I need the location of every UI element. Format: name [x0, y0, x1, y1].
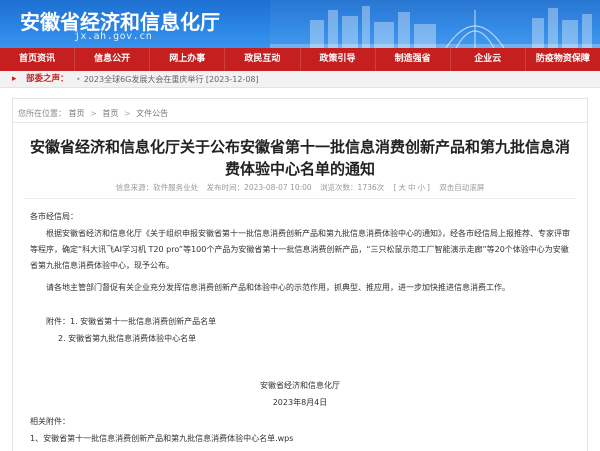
breadcrumb-separator: >: [90, 109, 97, 118]
news-ticker: ▸ 部委之声： • 2023全球6G发展大会在重庆举行 [2023-12-08]: [0, 71, 600, 88]
auto-scroll-hint[interactable]: 双击自动滚屏: [439, 183, 484, 192]
attachment-item-2: 2. 安徽省第九批信息消费体验中心名单: [58, 334, 197, 343]
site-domain: jx.ah.gov.cn: [74, 31, 153, 42]
bracket-close: ]: [426, 183, 430, 192]
salutation: 各市经信局：: [30, 212, 78, 221]
divider: [24, 198, 576, 199]
font-size-medium-button[interactable]: 中: [408, 183, 416, 192]
speaker-icon: ▸: [12, 74, 17, 84]
city-skyline-banner: [270, 0, 600, 48]
meta-views: 浏览次数：1736次: [320, 183, 385, 192]
site-header: 安徽省经济和信息化厅 jx.ah.gov.cn: [0, 0, 600, 48]
nav-item-policy[interactable]: 政策引导: [301, 48, 376, 71]
divider: [12, 122, 588, 123]
nav-item-online-services[interactable]: 网上办事: [150, 48, 226, 71]
nav-item-home-news[interactable]: 首页资讯: [0, 48, 76, 71]
article-title: 安徽省经济和信息化厅关于公布安徽省第十一批信息消费创新产品和第九批信息消费体验中…: [29, 138, 570, 178]
related-attachments-label: 相关附件：: [30, 417, 70, 426]
nav-item-enterprise-cloud[interactable]: 企业云: [451, 48, 526, 71]
paragraph-2: 请各地主管部门督促有关企业充分发挥信息消费创新产品和体验中心的示范作用，抓典型、…: [46, 283, 510, 292]
nav-item-epidemic-supplies[interactable]: 防疫物资保障: [526, 48, 600, 71]
article-meta: 信息来源：软件服务业处 发布时间：2023-08-07 10:00 浏览次数：1…: [24, 182, 576, 193]
font-size-small-button[interactable]: 小: [417, 183, 425, 192]
attachment-item-1: 附件：1. 安徽省第十一批信息消费创新产品名单: [46, 317, 217, 326]
bullet-icon: •: [76, 75, 81, 84]
breadcrumb-item-home-2[interactable]: 首页: [102, 109, 118, 118]
breadcrumb-separator: >: [123, 109, 131, 118]
signature-org: 安徽省经济和信息化厅: [260, 381, 340, 390]
ticker-label: 部委之声：: [26, 74, 69, 84]
nav-item-interaction[interactable]: 政民互动: [225, 48, 301, 71]
ticker-message[interactable]: • 2023全球6G发展大会在重庆举行 [2023-12-08]: [76, 71, 259, 88]
breadcrumb-item-notices[interactable]: 文件公告: [136, 109, 168, 118]
font-size-large-button[interactable]: 大: [398, 183, 406, 192]
main-nav: 首页资讯 信息公开 网上办事 政民互动 政策引导 制造强省 企业云 防疫物资保障: [0, 48, 600, 71]
font-size-control: [大中小]: [393, 183, 431, 192]
signature-date: 2023年8月4日: [272, 398, 328, 407]
related-attachment-link[interactable]: 1、安徽省第十一批信息消费创新产品和第九批信息消费体验中心名单.wps: [30, 431, 574, 447]
paragraph-1: 根据安徽省经济和信息化厅《关于组织申报安徽省第十一批信息消费创新产品和第九批信息…: [30, 229, 570, 270]
nav-item-manufacturing[interactable]: 制造强省: [376, 48, 451, 71]
breadcrumb-item-home[interactable]: 首页: [69, 109, 85, 118]
breadcrumb-prefix: 您所在位置：: [18, 109, 66, 118]
bracket-open: [: [393, 183, 397, 192]
ticker-message-text[interactable]: 2023全球6G发展大会在重庆举行 [2023-12-08]: [84, 75, 259, 84]
breadcrumb: 您所在位置： 首页 > 首页 > 文件公告: [18, 108, 168, 119]
nav-item-info-disclosure[interactable]: 信息公开: [75, 48, 151, 71]
meta-source: 信息来源：软件服务业处: [115, 183, 199, 192]
meta-date: 发布时间：2023-08-07 10:00: [206, 183, 312, 192]
